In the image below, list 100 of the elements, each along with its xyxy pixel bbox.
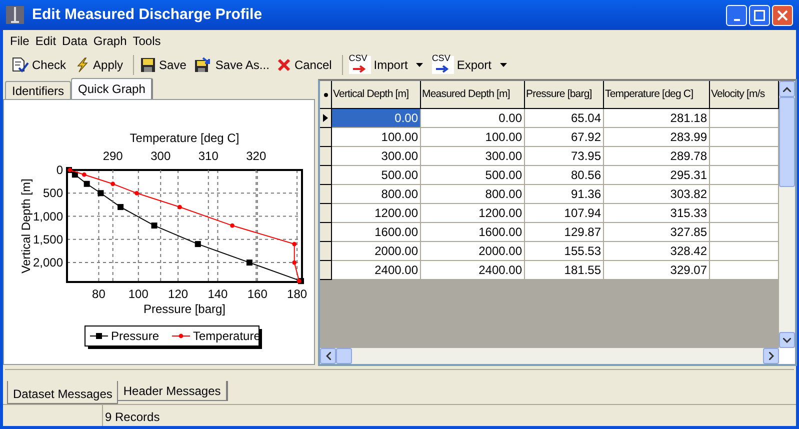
maximize-icon [754, 10, 765, 20]
table-cell: 315.33 [604, 204, 710, 223]
table-cell: 300.00 [421, 147, 525, 166]
scroll-thumb[interactable] [336, 348, 352, 364]
menu-item[interactable]: Data [59, 32, 90, 50]
table-cell: 100.00 [421, 128, 525, 147]
table-cell [710, 185, 779, 204]
table-cell: 129.87 [525, 223, 604, 242]
table-cell: 67.92 [525, 128, 604, 147]
table-cell: 2000.00 [421, 242, 525, 261]
axis-tick-label: 320 [246, 149, 266, 163]
point [134, 190, 139, 196]
axis-tick-label: 300 [150, 149, 171, 163]
axis-tick-label: 160 [247, 287, 268, 301]
table-cell: 1600.00 [332, 223, 421, 242]
legend-label: Pressure [111, 329, 160, 343]
point [292, 260, 297, 265]
square-marker-legend-icon [90, 333, 108, 339]
csv-import-icon: CSV [348, 56, 371, 74]
toolbar-button[interactable]: CSV Import [346, 54, 426, 76]
minimize-icon [734, 18, 740, 20]
table-cell: 0.00 [421, 109, 525, 128]
maximize-button[interactable] [749, 4, 770, 26]
axis-tick-label: 100 [128, 287, 148, 301]
table-cell: 328.42 [604, 242, 710, 261]
row-header[interactable] [320, 147, 332, 166]
horizontal-scrollbar[interactable] [320, 348, 779, 364]
table-cell: 80.56 [525, 166, 604, 185]
table-cell: 2400.00 [332, 261, 421, 280]
table-cell: 500.00 [332, 166, 421, 185]
row-header[interactable] [320, 166, 332, 185]
axis-title: Temperature [deg C] [130, 131, 240, 145]
toolbar-button[interactable]: Save As... [192, 54, 272, 76]
tab[interactable]: Header Messages [117, 381, 228, 401]
menu-item[interactable]: Graph [90, 32, 130, 50]
table-cell [710, 128, 779, 147]
vertical-scrollbar[interactable] [779, 81, 795, 348]
caret-icon [414, 62, 424, 68]
toolbar-button[interactable]: Cancel [275, 54, 334, 76]
table-cell: 107.94 [525, 204, 604, 223]
table-cell: 295.31 [604, 166, 710, 185]
point [110, 182, 116, 186]
table-cell: 1200.00 [332, 204, 421, 223]
row-header[interactable] [320, 185, 332, 204]
table-cell: 65.04 [525, 109, 604, 128]
cross-icon [277, 58, 292, 72]
scroll-thumb[interactable] [779, 97, 795, 187]
app-icon [6, 6, 24, 24]
table-cell: 303.82 [604, 185, 710, 204]
status-text: 9 Records [104, 409, 161, 426]
table-cell: 1600.00 [421, 223, 525, 242]
csv-export-icon: CSV [432, 56, 454, 74]
table-cell: 300.00 [332, 147, 421, 166]
table-cell: 0.00 [332, 109, 421, 128]
row-header[interactable] [320, 109, 332, 128]
minimize-button[interactable] [726, 4, 747, 26]
table-cell: 500.00 [421, 166, 525, 185]
point [82, 172, 86, 177]
toolbar-button[interactable]: Apply [72, 54, 126, 76]
axis-tick-label: 140 [208, 287, 228, 301]
document-check-icon [11, 57, 29, 73]
table-cell: 1200.00 [421, 204, 525, 223]
table-cell [710, 223, 779, 242]
toolbar-button[interactable]: CSV Export [430, 54, 510, 76]
tab[interactable]: Quick Graph [71, 78, 154, 99]
table-cell [710, 242, 779, 261]
table-cell: 327.85 [604, 223, 710, 242]
toolbar-button[interactable]: Save [138, 54, 188, 76]
floppy-disk-arrow-icon [194, 57, 212, 73]
row-header[interactable] [320, 242, 332, 261]
point [292, 242, 297, 246]
axis-title: Vertical Depth [m] [19, 178, 33, 274]
tab[interactable]: Dataset Messages [7, 381, 118, 404]
window-title: Edit Measured Discharge Profile [32, 4, 264, 25]
close-button[interactable] [772, 4, 793, 26]
table-cell: 2400.00 [421, 261, 525, 280]
table-cell: 289.78 [604, 147, 710, 166]
row-header[interactable] [320, 128, 332, 147]
axis-tick-label: 1,500 [32, 232, 63, 246]
caret-icon [498, 62, 508, 68]
bullet-icon [324, 92, 328, 96]
point [178, 204, 182, 210]
tab[interactable]: Identifiers [5, 81, 72, 99]
table-cell: 155.53 [525, 242, 604, 261]
legend-label: Temperature [193, 329, 260, 343]
table-cell: 800.00 [421, 185, 525, 204]
axis-tick-label: 120 [168, 287, 188, 301]
axis-tick-label: 80 [92, 287, 106, 301]
table-cell: 329.07 [604, 261, 710, 280]
row-header[interactable] [320, 204, 332, 223]
menu-item[interactable]: Tools [130, 32, 164, 50]
row-header[interactable] [320, 261, 332, 280]
axis-tick-label: 500 [42, 186, 63, 200]
toolbar-button[interactable]: Check [9, 54, 68, 76]
menu-item[interactable]: Edit [32, 32, 60, 50]
row-header[interactable] [320, 223, 332, 242]
table-cell: 2000.00 [332, 242, 421, 261]
axis-title: Pressure [barg] [143, 302, 226, 316]
menu-item[interactable]: File [7, 32, 32, 50]
table-cell [710, 147, 779, 166]
